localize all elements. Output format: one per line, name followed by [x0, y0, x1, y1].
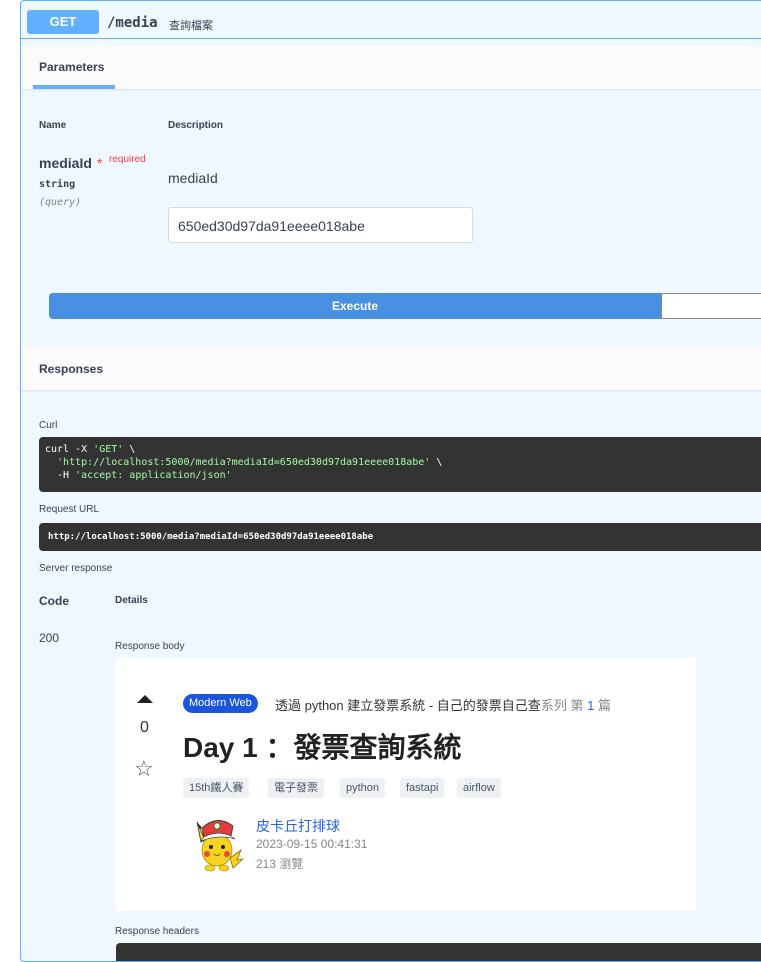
- active-tab-indicator: [33, 85, 115, 89]
- upvote-icon[interactable]: [137, 695, 153, 703]
- http-method-badge: GET: [27, 10, 99, 34]
- code-column-header: Code: [39, 594, 69, 608]
- param-name: mediaId: [39, 155, 92, 171]
- server-response-label: Server response: [39, 563, 113, 574]
- series-title: 透過 python 建立發票系統 - 自己的發票自己查: [275, 698, 541, 713]
- tag-chip[interactable]: 電子發票: [268, 778, 324, 798]
- response-body-label: Response body: [115, 641, 185, 652]
- opblock-summary[interactable]: GET /media 查詢檔案: [21, 1, 761, 39]
- tab-parameters[interactable]: Parameters: [39, 60, 104, 74]
- request-url-code[interactable]: http://localhost:5000/media?mediaId=650e…: [39, 523, 761, 551]
- param-description: mediaId: [168, 170, 218, 186]
- details-column-header: Details: [115, 595, 148, 606]
- series-index: 1: [587, 698, 595, 713]
- required-label: required: [109, 154, 146, 165]
- execute-button[interactable]: Execute: [49, 293, 661, 319]
- param-type: string: [39, 179, 76, 190]
- tag-chip[interactable]: fastapi: [400, 778, 445, 798]
- column-header-description: Description: [168, 120, 224, 131]
- author-name[interactable]: 皮卡丘打排球: [256, 816, 340, 836]
- endpoint-summary: 查詢檔案: [169, 20, 213, 32]
- curl-continuation: \: [123, 444, 136, 455]
- star-icon[interactable]: ☆: [134, 758, 154, 780]
- curl-continuation: \: [430, 457, 443, 468]
- series-index-prefix: 第: [570, 698, 584, 713]
- column-header-name: Name: [39, 120, 67, 131]
- pikachu-avatar[interactable]: [183, 812, 245, 874]
- parameters-header: Parameters: [21, 45, 761, 89]
- series-index-suffix: 篇: [597, 698, 611, 713]
- tag-chip[interactable]: airflow: [457, 778, 501, 798]
- vote-count: 0: [140, 719, 149, 736]
- series-line[interactable]: 透過 python 建立發票系統 - 自己的發票自己查系列 第 1 篇: [275, 695, 611, 714]
- clear-button[interactable]: [661, 293, 761, 319]
- curl-label: Curl: [39, 420, 58, 431]
- tag-chip[interactable]: python: [340, 778, 386, 798]
- article-title[interactable]: Day 1 ：發票查詢系統: [183, 726, 462, 766]
- publish-date: 2023-09-15 00:41:31: [256, 837, 368, 851]
- series-word: 系列: [540, 698, 567, 713]
- request-url-label: Request URL: [39, 504, 100, 515]
- get-media-opblock: GET /media 查詢檔案 Parameters Name Descript…: [20, 0, 761, 962]
- response-status-code: 200: [39, 631, 60, 645]
- required-star: *: [97, 155, 103, 171]
- responses-header: Responses: [21, 346, 761, 390]
- param-location: (query): [39, 197, 82, 208]
- tag-chip[interactable]: 15th鐵人賽: [183, 778, 250, 798]
- modern-web-badge[interactable]: Modern Web: [183, 694, 258, 713]
- curl-url-string: 'http://localhost:5000/media?mediaId=650…: [45, 457, 431, 468]
- curl-code-block[interactable]: curl -X 'GET' \ 'http://localhost:5000/m…: [39, 437, 761, 492]
- response-headers-label: Response headers: [115, 926, 199, 937]
- responses-title: Responses: [39, 362, 104, 376]
- curl-header-string: 'accept: application/json': [75, 470, 232, 481]
- curl-header-flag: -H: [45, 470, 76, 481]
- response-body-preview: 0 ☆ Modern Web 透過 python 建立發票系統 - 自己的發票自…: [116, 658, 696, 911]
- curl-cmd: curl -X: [45, 444, 94, 455]
- mediaid-input[interactable]: 650ed30d97da91eeee018abe: [168, 207, 473, 243]
- curl-method-string: 'GET': [93, 444, 124, 455]
- view-count: 213 瀏覽: [256, 857, 304, 871]
- endpoint-path: /media: [107, 15, 158, 31]
